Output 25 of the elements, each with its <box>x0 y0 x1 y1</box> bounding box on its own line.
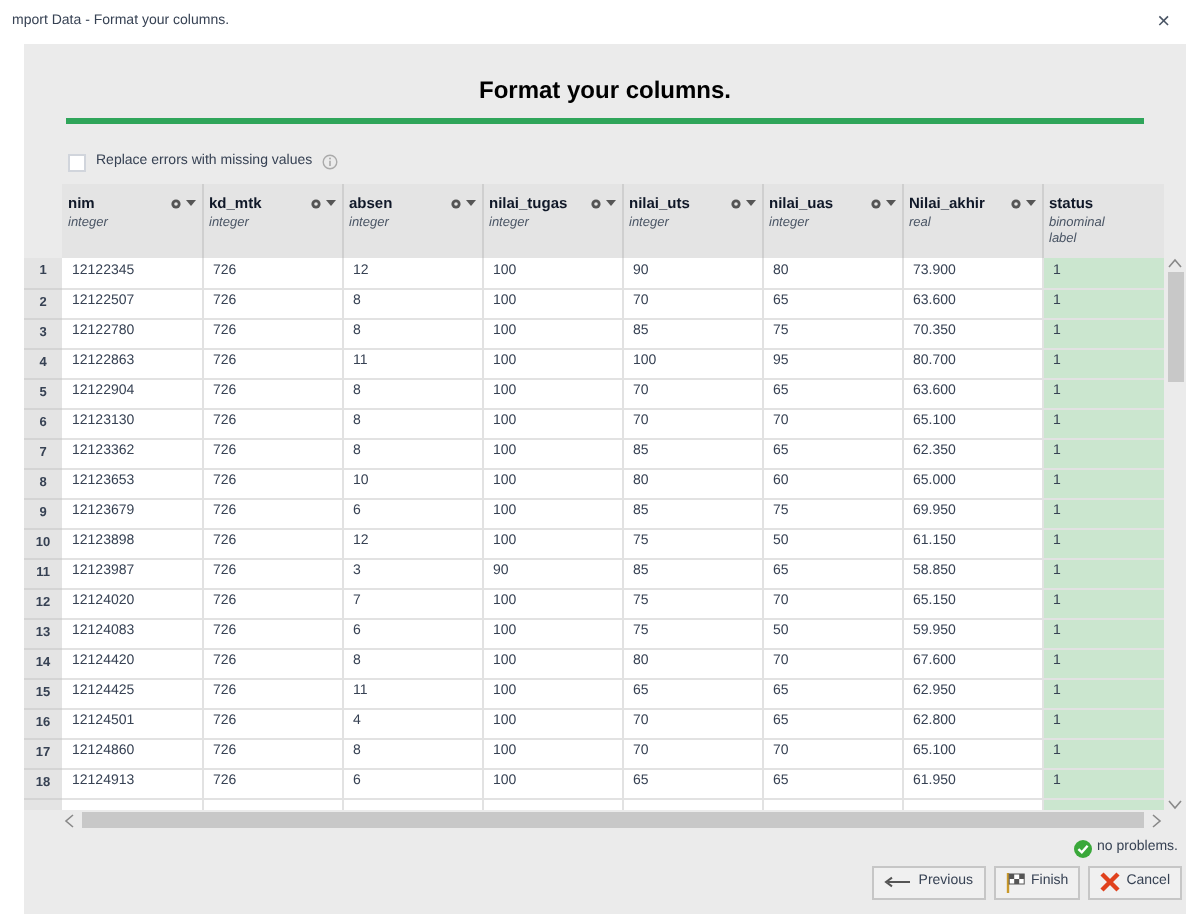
vertical-scrollbar[interactable] <box>1164 258 1186 810</box>
caret-icon[interactable] <box>465 200 475 207</box>
caret-icon[interactable] <box>885 200 895 207</box>
close-button[interactable]: × <box>1157 11 1170 33</box>
gear-icon[interactable] <box>869 197 881 210</box>
checkbox[interactable] <box>68 153 86 171</box>
caret-icon[interactable] <box>325 200 335 207</box>
gear-icon[interactable] <box>729 197 741 210</box>
scrollbar-thumb[interactable] <box>1167 272 1183 382</box>
caret-icon[interactable] <box>185 200 195 207</box>
left-arrow-icon <box>884 876 913 888</box>
gear-icon[interactable] <box>1009 197 1021 210</box>
gear-icon[interactable] <box>169 197 181 210</box>
check-icon <box>1073 839 1092 858</box>
close-icon <box>1100 872 1121 892</box>
info-icon <box>322 154 339 170</box>
gear-icon[interactable] <box>449 197 461 210</box>
horizontal-scrollbar-thumb[interactable] <box>82 812 1144 828</box>
gear-icon[interactable] <box>589 197 601 210</box>
checkered-flag-icon <box>1005 871 1026 893</box>
caret-icon[interactable] <box>745 200 755 207</box>
heading: Format your columns. <box>478 74 732 108</box>
caret-icon[interactable] <box>1025 200 1035 207</box>
caret-icon[interactable] <box>605 200 615 207</box>
gear-icon[interactable] <box>309 197 321 210</box>
